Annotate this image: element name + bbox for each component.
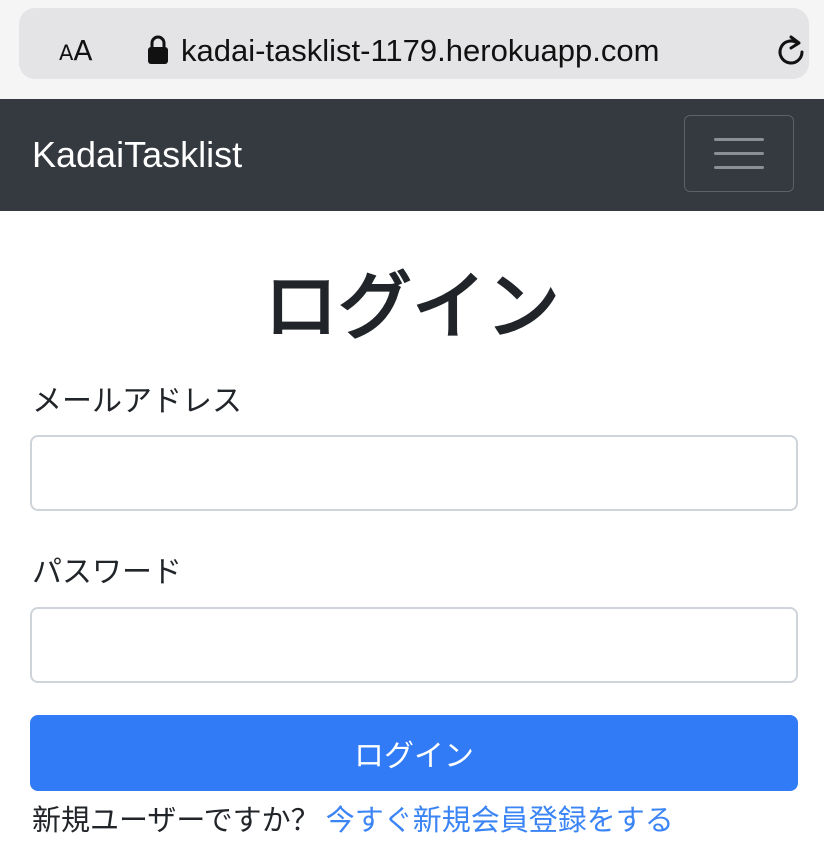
lock-icon [148, 35, 168, 64]
signup-line: 新規ユーザーですか？ 今すぐ新規会員登録をする [32, 797, 674, 839]
email-field[interactable] [30, 435, 798, 511]
navbar: KadaiTasklist [0, 99, 824, 211]
login-button[interactable]: ログイン [30, 715, 798, 791]
url-field[interactable]: AA kadai-tasklist-1179.herokuapp.com [19, 8, 809, 79]
hamburger-menu-icon [714, 138, 764, 169]
text-size-small-glyph: A [59, 41, 74, 65]
password-label: パスワード [32, 555, 182, 590]
signup-prompt: 新規ユーザーですか？ [32, 803, 320, 837]
navbar-brand[interactable]: KadaiTasklist [32, 134, 242, 176]
email-label: メールアドレス [32, 384, 242, 419]
reload-icon[interactable] [775, 34, 809, 70]
url-text: kadai-tasklist-1179.herokuapp.com [181, 33, 660, 68]
password-field[interactable] [30, 607, 798, 683]
signup-link[interactable]: 今すぐ新規会員登録をする [326, 803, 674, 837]
text-size-button[interactable]: AA [59, 34, 93, 67]
page-title: ログイン [264, 264, 560, 350]
browser-address-bar: AA kadai-tasklist-1179.herokuapp.com [0, 0, 824, 99]
text-size-big-glyph: A [73, 34, 93, 67]
navbar-toggler-button[interactable] [684, 115, 794, 192]
